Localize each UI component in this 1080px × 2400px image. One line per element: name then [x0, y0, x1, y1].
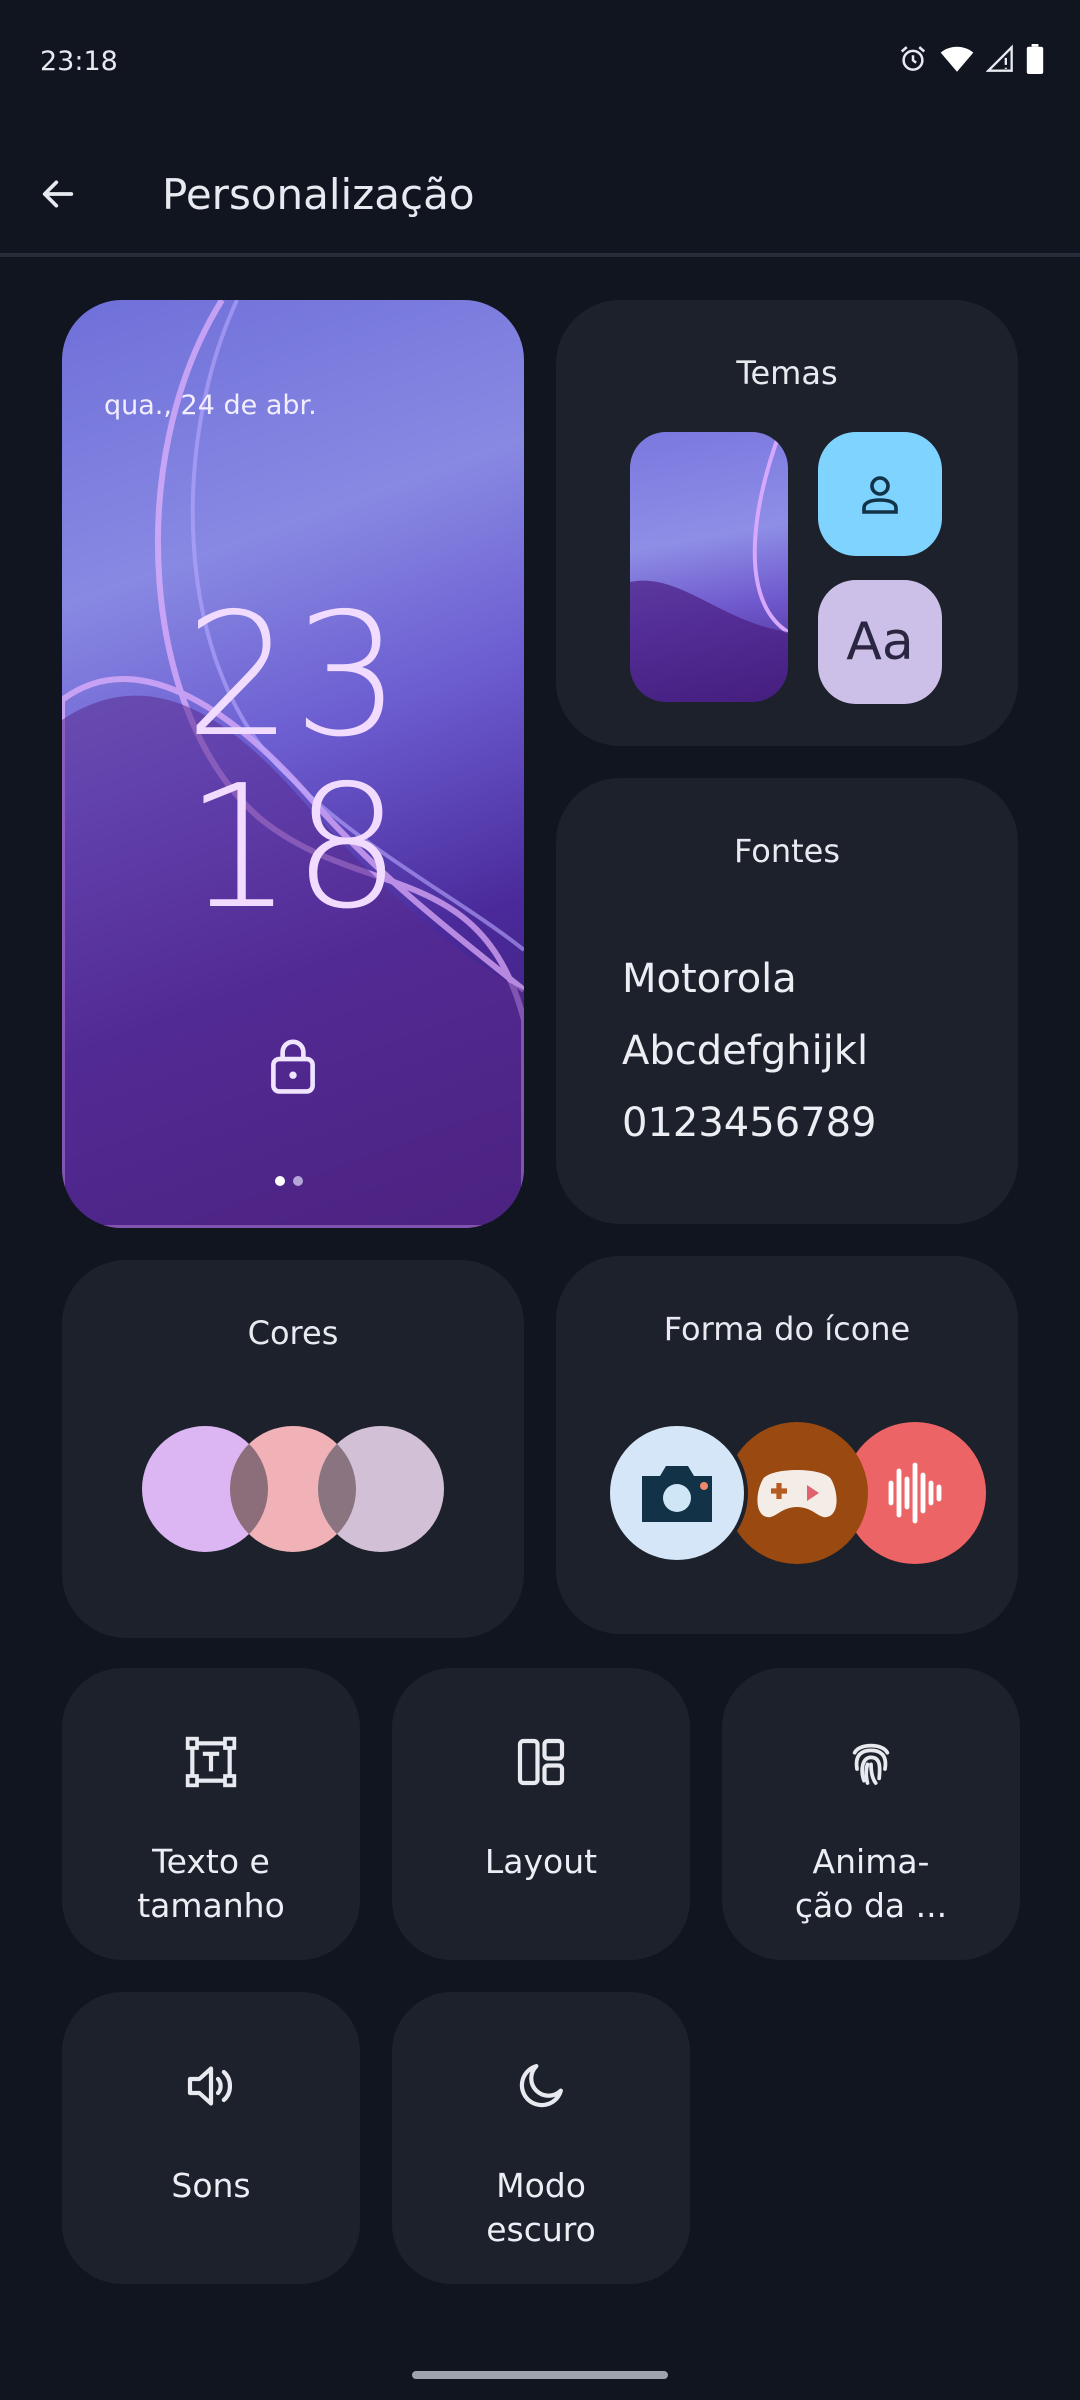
wifi-icon: [940, 46, 974, 72]
lockscreen-preview[interactable]: qua., 24 de abr. 23 18: [62, 300, 524, 1228]
fingerprint-animation-tile[interactable]: Anima- ção da ...: [722, 1668, 1020, 1960]
font-sample-line: Abcdefghijkl: [622, 1028, 869, 1074]
dark-mode-tile[interactable]: Modo escuro: [392, 1992, 690, 2284]
camera-icon: [606, 1422, 748, 1564]
app-bar: Personalização: [0, 124, 1080, 254]
font-sample-line: Motorola: [622, 956, 797, 1002]
speaker-icon: [62, 2058, 360, 2114]
font-sample-line: 0123456789: [622, 1100, 877, 1146]
arrow-left-icon: [42, 180, 74, 208]
layout-tile[interactable]: Layout: [392, 1668, 690, 1960]
lock-icon: [265, 1036, 321, 1100]
tile-label: Sons: [171, 2166, 251, 2205]
color-swatches: [142, 1426, 444, 1552]
page-dot-active: [275, 1176, 285, 1186]
icon-shape-samples: [606, 1422, 986, 1564]
themes-card[interactable]: Temas Aa: [556, 300, 1018, 746]
lockscreen-clock-hours: 23: [184, 577, 402, 775]
fonts-card[interactable]: Fontes Motorola Abcdefghijkl 0123456789: [556, 778, 1018, 1224]
page-dot: [293, 1176, 303, 1186]
fonts-title: Fontes: [733, 832, 841, 870]
page-indicator: [275, 1176, 303, 1186]
header-divider: [0, 253, 1080, 257]
lockscreen-date: qua., 24 de abr.: [104, 390, 317, 421]
text-size-icon: [62, 1734, 360, 1790]
status-bar: 23:18: [0, 0, 1080, 124]
signal-icon: [986, 44, 1013, 72]
tile-label: Texto e tamanho: [137, 1842, 285, 1925]
fingerprint-icon: [722, 1734, 1020, 1790]
moon-icon: [392, 2058, 690, 2114]
page-title: Personalização: [162, 170, 475, 219]
sounds-tile[interactable]: Sons: [62, 1992, 360, 2284]
colors-title: Cores: [247, 1314, 339, 1352]
colors-card[interactable]: Cores: [62, 1260, 524, 1638]
text-size-tile[interactable]: Texto e tamanho: [62, 1668, 360, 1960]
layout-icon: [392, 1734, 690, 1790]
theme-font-tile: Aa: [818, 580, 942, 704]
theme-avatar-tile: [818, 432, 942, 556]
theme-wallpaper-thumbnail: [630, 432, 788, 702]
alarm-icon: [900, 46, 926, 71]
person-icon: [862, 476, 898, 514]
gesture-nav-handle[interactable]: [412, 2371, 668, 2379]
battery-icon: [1026, 44, 1044, 74]
tile-label: Layout: [484, 1842, 598, 1881]
lockscreen-clock-minutes: 18: [184, 749, 402, 947]
status-icons: [898, 44, 1044, 74]
back-button[interactable]: [30, 166, 86, 222]
icon-shape-card[interactable]: Forma do ícone: [556, 1256, 1018, 1634]
themes-title: Temas: [736, 354, 838, 392]
tile-label: Modo escuro: [486, 2166, 596, 2249]
status-time: 23:18: [40, 46, 118, 77]
icon-shape-title: Forma do ícone: [663, 1310, 911, 1348]
tile-label: Anima- ção da ...: [794, 1842, 948, 1925]
